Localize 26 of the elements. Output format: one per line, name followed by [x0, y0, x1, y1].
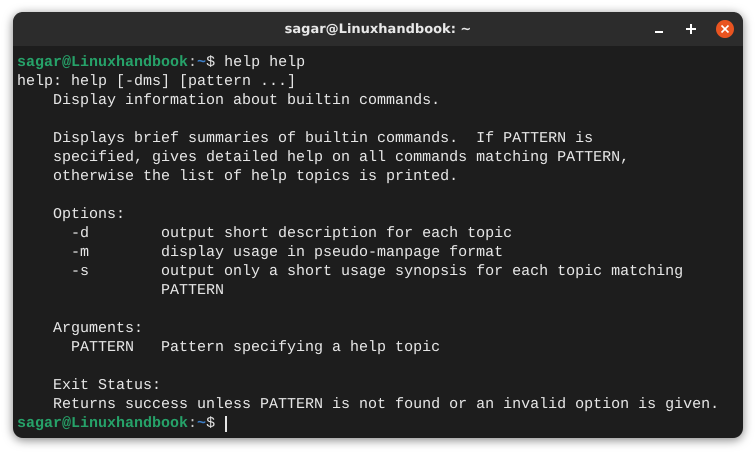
prompt-symbol: $	[206, 53, 216, 72]
maximize-icon[interactable]	[683, 21, 699, 37]
output-line: Arguments:	[52, 319, 144, 338]
output-line: -s output only a short usage synopsis for each topic matching	[70, 262, 684, 281]
output-line: specified, gives detailed help on all commands matching PATTERN,	[52, 148, 630, 167]
window-title: sagar@Linuxhandbook: ~	[284, 22, 472, 36]
output-line: Exit Status:	[52, 376, 162, 395]
output-line: Returns success unless PATTERN is not found or an invalid option is given.	[52, 395, 720, 414]
prompt-path: ~	[197, 53, 206, 72]
output-line: -d output short description for each topic	[70, 224, 512, 243]
output-line: otherwise the list of help topics is printed.	[52, 167, 458, 186]
prompt-separator: :	[188, 414, 198, 433]
prompt-user: sagar@Linuxhandbook	[17, 414, 188, 433]
close-icon[interactable]	[715, 19, 735, 39]
output-line: Options:	[52, 205, 126, 224]
prompt-path: ~	[197, 414, 206, 433]
prompt-symbol: $	[206, 414, 216, 433]
output-line: help: help [-dms] [pattern ...]	[17, 72, 296, 91]
output-line: -m display usage in pseudo-manpage format	[70, 243, 504, 262]
output-line: PATTERN	[160, 281, 224, 300]
prompt-user: sagar@Linuxhandbook	[17, 53, 188, 72]
prompt-separator: :	[188, 53, 198, 72]
command-text: help help	[223, 53, 306, 72]
output-line: Display information about builtin commands.	[52, 91, 440, 110]
output-line: Displays brief summaries of builtin commands. If PATTERN is	[52, 129, 594, 148]
output-line: PATTERN Pattern specifying a help topic	[70, 338, 440, 357]
